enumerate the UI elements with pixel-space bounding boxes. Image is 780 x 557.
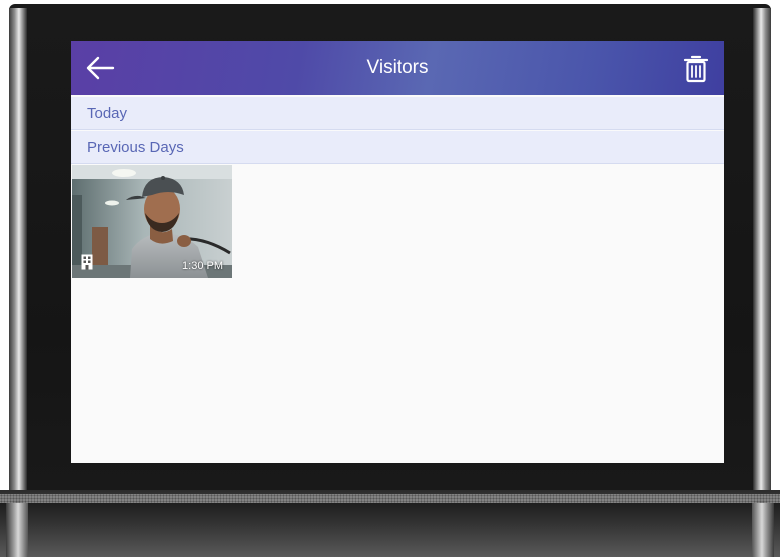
speaker-grille [0, 494, 780, 503]
visitor-thumbnail[interactable]: 1:30 PM [72, 165, 232, 278]
arrow-left-icon [86, 56, 115, 80]
building-icon [81, 254, 93, 270]
intercom-device: Visitors Today Previous Days 1:30 PM [0, 0, 780, 557]
page-title: Visitors [366, 57, 429, 78]
left-chrome-rail [9, 8, 27, 557]
device-lower-shade [0, 503, 780, 557]
lower-left-rail [6, 503, 28, 557]
section-previous-days[interactable]: Previous Days [71, 131, 724, 164]
back-button[interactable] [83, 53, 117, 83]
delete-button[interactable] [681, 53, 711, 85]
section-today[interactable]: Today [71, 97, 724, 130]
visitor-time: 1:30 PM [182, 260, 223, 272]
trash-icon [683, 55, 709, 83]
right-chrome-rail [753, 8, 771, 557]
lower-right-rail [752, 503, 774, 557]
screen: Visitors Today Previous Days 1:30 PM [71, 41, 724, 463]
app-header: Visitors [71, 41, 724, 95]
